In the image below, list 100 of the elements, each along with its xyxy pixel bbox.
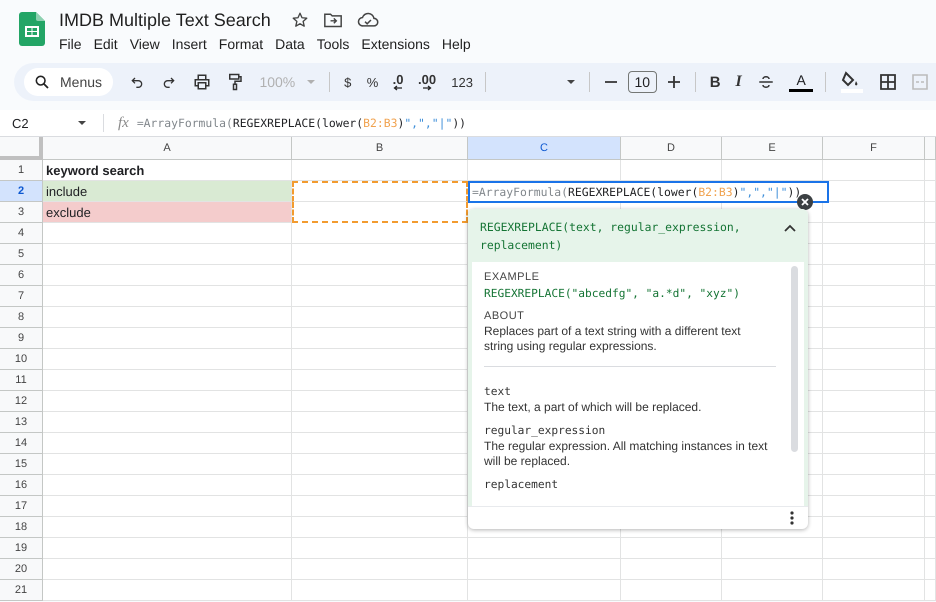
example-formula: REGEXREPLACE("abcedfg", "a.*d", "xyz") <box>484 287 741 300</box>
table-cell <box>925 181 936 202</box>
increase-decimal-button[interactable]: .00 <box>410 74 444 90</box>
row-header[interactable]: 15 <box>0 454 43 475</box>
folder-icon[interactable] <box>322 11 343 29</box>
print-icon[interactable] <box>193 73 212 91</box>
menu-item[interactable]: Edit <box>88 34 124 54</box>
row-header[interactable]: 11 <box>0 370 43 391</box>
table-cell <box>925 223 936 244</box>
row-header[interactable]: 2 <box>0 181 43 202</box>
strikethrough-icon[interactable] <box>757 73 776 91</box>
parameter-description: The regular expression. All matching instances in text will be replaced. <box>484 439 768 469</box>
search-icon <box>34 74 50 90</box>
table-cell <box>925 160 936 181</box>
plus-icon[interactable] <box>666 75 681 89</box>
italic-button[interactable]: I <box>728 73 750 91</box>
column-header[interactable]: E <box>722 137 823 160</box>
text-color-button[interactable]: A <box>789 72 814 92</box>
table-cell <box>925 496 936 517</box>
borders-icon[interactable] <box>880 74 896 90</box>
font-size-field[interactable]: 10 <box>628 71 657 93</box>
table-cell <box>925 328 936 349</box>
cloud-check-icon[interactable] <box>356 11 379 29</box>
menu-item[interactable]: Data <box>269 34 311 54</box>
menu-item[interactable]: File <box>53 34 88 54</box>
row-header[interactable]: 12 <box>0 391 43 412</box>
colored-cell: include <box>43 181 292 202</box>
left-arrow-icon <box>393 84 404 90</box>
section-label: ABOUT <box>484 310 526 322</box>
table-cell <box>925 370 936 391</box>
menus-search[interactable]: Menus <box>24 68 114 96</box>
table-cell <box>925 286 936 307</box>
paint-roller-icon[interactable] <box>227 73 244 91</box>
sheets-logo-icon[interactable] <box>19 12 45 46</box>
row-header[interactable]: 6 <box>0 265 43 286</box>
chevron-up-icon[interactable] <box>784 224 796 232</box>
table-cell <box>925 475 936 496</box>
menu-item[interactable]: Tools <box>310 34 356 54</box>
column-header[interactable]: D <box>621 137 722 160</box>
column-header[interactable]: B <box>292 137 468 160</box>
row-header[interactable]: 9 <box>0 328 43 349</box>
section-label: EXAMPLE <box>484 271 540 283</box>
table-cell <box>925 433 936 454</box>
merge-cells-icon[interactable] <box>912 74 928 90</box>
parameter-name: regular_expression <box>484 424 606 437</box>
table-cell <box>925 307 936 328</box>
bold-button[interactable]: B <box>702 74 728 90</box>
name-box[interactable]: C2 <box>0 116 90 130</box>
menu-item[interactable]: View <box>124 34 166 54</box>
decrease-decimal-button[interactable]: .0 <box>385 74 411 90</box>
table-cell <box>925 202 936 223</box>
menu-item[interactable]: Insert <box>166 34 213 54</box>
parameter-name: replacement <box>484 478 560 491</box>
row-header[interactable]: 16 <box>0 475 43 496</box>
format-button[interactable]: % <box>358 74 386 90</box>
table-cell <box>925 538 936 559</box>
row-header[interactable]: 7 <box>0 286 43 307</box>
column-header[interactable]: C <box>468 137 621 160</box>
table-cell <box>925 517 936 538</box>
colored-cell: exclude <box>43 202 292 223</box>
function-description: Replaces part of a text string with a different text string using regular expressions. <box>484 324 742 354</box>
table-cell <box>925 454 936 475</box>
paint-bucket-icon[interactable] <box>840 71 864 93</box>
row-header[interactable]: 13 <box>0 412 43 433</box>
table-cell <box>925 391 936 412</box>
document-title[interactable]: IMDB Multiple Text Search <box>59 10 271 30</box>
row-header[interactable]: 17 <box>0 496 43 517</box>
right-arrow-icon <box>422 84 432 90</box>
format-button[interactable]: 123 <box>443 74 479 90</box>
row-header[interactable]: 3 <box>0 202 43 223</box>
formula-input[interactable]: =ArrayFormula(REGEXREPLACE(lower(B2:B3)",","|")) <box>136 116 466 130</box>
row-header[interactable]: 8 <box>0 307 43 328</box>
parameter-name: text <box>484 385 512 398</box>
scrollbar[interactable] <box>791 266 798 452</box>
row-header[interactable]: 18 <box>0 517 43 538</box>
row-header[interactable]: 14 <box>0 433 43 454</box>
star-icon[interactable] <box>290 11 309 29</box>
row-header[interactable]: 19 <box>0 538 43 559</box>
row-header[interactable]: 1 <box>0 160 43 181</box>
table-cell <box>925 412 936 433</box>
row-header[interactable]: 5 <box>0 244 43 265</box>
table-cell <box>925 265 936 286</box>
column-header[interactable]: F <box>823 137 925 160</box>
row-header[interactable]: 20 <box>0 559 43 580</box>
table-cell <box>925 580 936 601</box>
row-header[interactable]: 4 <box>0 223 43 244</box>
menu-item[interactable]: Format <box>212 34 270 54</box>
row-header[interactable]: 21 <box>0 580 43 601</box>
table-cell <box>925 559 936 580</box>
menu-item[interactable]: Help <box>436 34 477 54</box>
column-header[interactable]: A <box>43 137 292 160</box>
table-cell <box>925 244 936 265</box>
close-icon[interactable] <box>797 194 813 210</box>
format-button[interactable]: $ <box>336 74 359 90</box>
parameter-description: The text, a part of which will be replaced. <box>484 400 702 415</box>
more-options-icon[interactable] <box>790 511 794 525</box>
function-signature: REGEXREPLACE(text, regular_expression, replacement) <box>480 219 742 254</box>
cell-editor[interactable]: =ArrayFormula(REGEXREPLACE(lower(B2:B3)",","|")) <box>468 181 829 203</box>
row-header[interactable]: 10 <box>0 349 43 370</box>
menu-item[interactable]: Extensions <box>355 34 436 54</box>
